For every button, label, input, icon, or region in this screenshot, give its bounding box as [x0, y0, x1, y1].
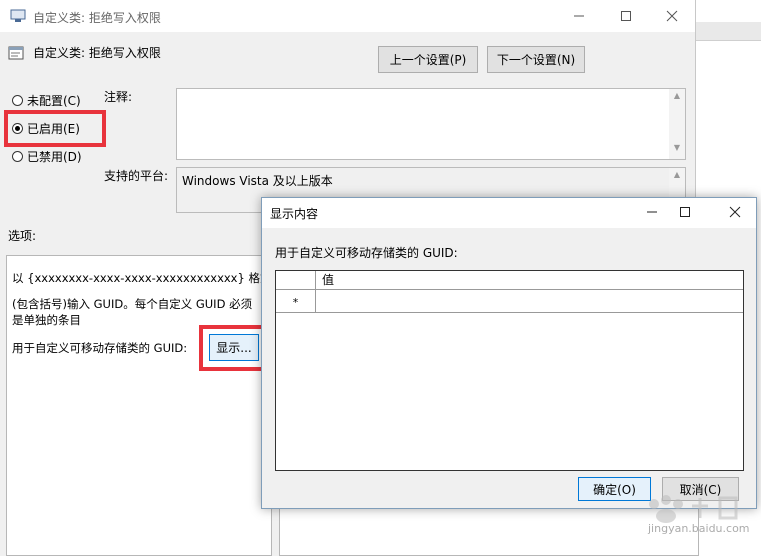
close-icon	[729, 206, 741, 218]
dialog-title: 显示内容	[270, 207, 319, 221]
minimize-icon	[574, 15, 584, 17]
comment-scrollbar[interactable]: ▲ ▼	[669, 89, 685, 159]
maximize-button[interactable]	[603, 0, 649, 32]
options-description-line1: 以 {xxxxxxxx-xxxx-xxxx-xxxxxxxxxxxx} 格式	[12, 271, 272, 285]
setting-icon	[8, 46, 24, 60]
grid-new-row-marker: *	[276, 290, 316, 313]
watermark-text: jingyan.baidu.com	[648, 522, 750, 535]
minimize-button[interactable]	[556, 0, 602, 32]
radio-not-configured[interactable]: 未配置(C)	[12, 92, 81, 109]
close-icon	[666, 10, 678, 22]
setting-header: 自定义类: 拒绝写入权限	[33, 46, 161, 60]
platform-label: 支持的平台:	[104, 169, 169, 183]
radio-label: 未配置(C)	[27, 94, 81, 108]
comment-textarea[interactable]: ▲ ▼	[176, 88, 686, 160]
annotation-highlight-enabled	[4, 110, 106, 147]
dialog-maximize-button[interactable]	[663, 198, 707, 226]
radio-disabled[interactable]: 已禁用(D)	[12, 148, 82, 165]
maximize-icon	[680, 207, 690, 217]
guid-label: 用于自定义可移动存储类的 GUID:	[12, 341, 188, 355]
scroll-up-icon[interactable]: ▲	[669, 170, 685, 184]
annotation-highlight-show	[199, 325, 266, 371]
previous-setting-button[interactable]: 上一个设置(P)	[378, 46, 478, 73]
baidu-watermark-logo	[649, 495, 738, 523]
close-button[interactable]	[649, 0, 695, 32]
grid-header-corner	[276, 271, 316, 290]
dialog-guid-label: 用于自定义可移动存储类的 GUID:	[275, 246, 458, 260]
platform-value: Windows Vista 及以上版本	[182, 174, 333, 188]
policy-app-icon	[10, 9, 26, 22]
grid-value-cell[interactable]	[316, 290, 743, 313]
radio-circle[interactable]	[12, 95, 23, 106]
minimize-icon	[647, 211, 657, 213]
window-title: 自定义类: 拒绝写入权限	[33, 11, 161, 25]
maximize-icon	[621, 11, 631, 21]
radio-label: 已禁用(D)	[27, 150, 82, 164]
next-setting-button[interactable]: 下一个设置(N)	[487, 46, 585, 73]
scroll-down-icon[interactable]: ▼	[669, 143, 685, 157]
radio-circle[interactable]	[12, 151, 23, 162]
background-window-bar	[695, 22, 761, 41]
dialog-close-button[interactable]	[713, 198, 757, 226]
options-label: 选项:	[8, 229, 37, 243]
grid-column-header-value[interactable]: 值	[316, 271, 743, 290]
options-description-line2: (包含括号)输入 GUID。每个自定义 GUID 必须是单独的条目	[12, 297, 253, 327]
comment-label: 注释:	[104, 90, 133, 104]
scroll-up-icon[interactable]: ▲	[669, 91, 685, 105]
